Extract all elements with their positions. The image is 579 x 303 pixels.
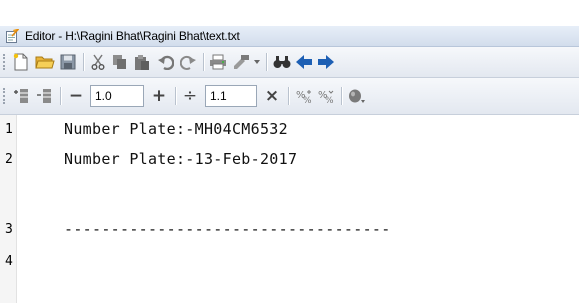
percent-decrease-icon[interactable]: %% [316,86,336,106]
cut-icon[interactable] [88,52,108,72]
new-file-icon[interactable] [11,52,31,72]
open-folder-icon[interactable] [34,52,56,72]
find-icon[interactable] [272,52,292,72]
plus-button[interactable]: + [149,85,169,107]
editor-window: Editor - H:\Ragini Bhat\Ragini Bhat\text… [0,0,579,303]
divide-button[interactable]: ÷ [181,85,199,107]
dropdown-icon[interactable] [252,52,262,72]
toolbar-grip[interactable] [3,88,7,104]
toolbar-separator [288,87,290,105]
line-number: 4 [5,254,13,269]
code-line[interactable]: Number Plate:-13-Feb-2017 [64,150,297,168]
svg-text:%: % [325,96,334,104]
delete-row-icon[interactable] [34,86,54,106]
svg-text:%: % [303,96,312,104]
toolbar-separator [341,87,343,105]
insert-row-icon[interactable] [11,86,31,106]
multiply-value-field[interactable]: 1.1 [205,85,257,107]
copy-icon[interactable] [110,52,130,72]
toolbar-separator [266,53,268,71]
code-line[interactable]: ----------------------------------- [64,220,391,238]
minus-button[interactable]: − [66,85,86,107]
paste-icon[interactable] [132,52,152,72]
toolbar-grip[interactable] [3,54,7,70]
line-number-gutter [0,115,17,303]
save-icon[interactable] [58,52,78,72]
line-number: 2 [5,152,13,167]
back-arrow-icon[interactable] [294,52,314,72]
line-number: 3 [5,222,13,237]
undo-icon[interactable] [156,52,176,72]
decrement-value-field[interactable]: 1.0 [90,85,144,107]
title-bar: Editor - H:\Ragini Bhat\Ragini Bhat\text… [0,26,579,47]
print-preview-icon[interactable] [231,52,251,72]
percent-increase-icon[interactable]: %% [294,86,314,106]
window-title: Editor - H:\Ragini Bhat\Ragini Bhat\text… [25,29,240,43]
record-macro-icon[interactable] [346,86,368,106]
multiply-button[interactable]: × [262,85,282,107]
print-icon[interactable] [208,52,228,72]
format-toolbar: − 1.0 + ÷ 1.1 × %% %% [0,78,579,115]
toolbar-separator [203,53,205,71]
code-line[interactable]: Number Plate:-MH04CM6532 [64,120,288,138]
forward-arrow-icon[interactable] [316,52,336,72]
toolbar-separator [60,87,62,105]
text-editor-area[interactable]: 1 Number Plate:-MH04CM6532 2 Number Plat… [0,115,579,303]
line-number: 1 [5,122,13,137]
toolbar-separator [175,87,177,105]
redo-icon[interactable] [178,52,198,72]
toolbar-separator [83,53,85,71]
notepad-icon [6,28,20,43]
standard-toolbar [0,47,579,78]
